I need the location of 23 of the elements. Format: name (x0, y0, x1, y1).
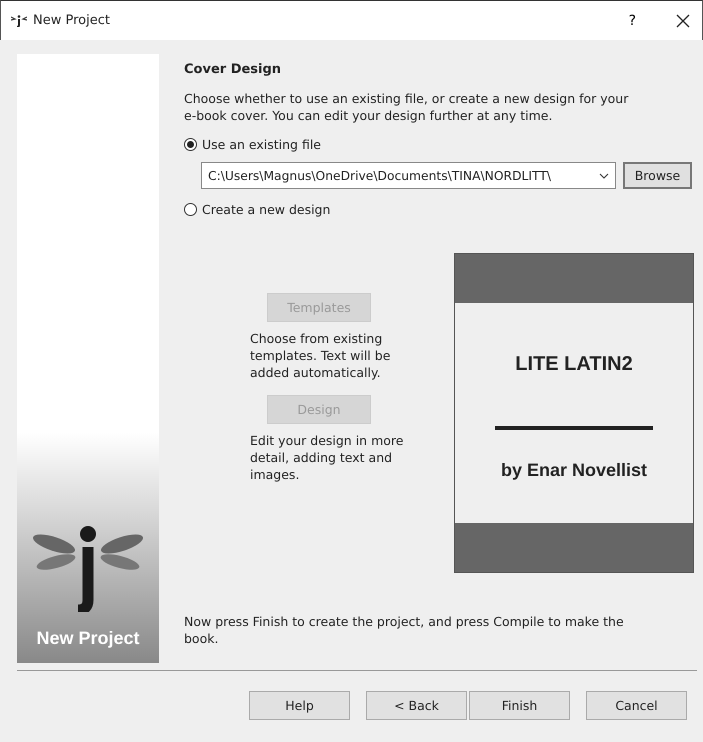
radio-button[interactable] (184, 138, 197, 151)
sidebar-caption: New Project (36, 628, 140, 649)
action-description: Edit your design in more detail, adding text and images. (250, 432, 404, 483)
close-icon[interactable] (676, 14, 690, 28)
radio-label[interactable]: Use an existing file (202, 137, 321, 152)
footer-note: Now press Finish to create the project, and press Compile to make the book. (184, 613, 625, 647)
radio-label[interactable]: Create a new design (202, 202, 330, 217)
help-button[interactable]: ? (628, 12, 636, 28)
browse-button[interactable]: Browse (623, 162, 692, 189)
dialog-button[interactable]: < Back (366, 691, 467, 720)
file-path-dropdown[interactable]: C:\Users\Magnus\OneDrive\Documents\TINA\NORDLITT\ (201, 162, 616, 189)
window-title: New Project (33, 13, 110, 28)
intro-text: Choose whether to use an existing file, or create a new design for your e-book cover. You can edit your design further at any time. (184, 90, 630, 124)
app-logo-icon (11, 14, 27, 26)
dialog-button[interactable]: Help (249, 691, 350, 720)
action-description: Choose from existing templates. Text will be added automatically. (250, 330, 392, 381)
dialog-button[interactable]: Finish (469, 691, 570, 720)
dialog-button[interactable]: Cancel (586, 691, 687, 720)
radio-button[interactable] (184, 203, 197, 216)
caret-icon (599, 172, 609, 178)
cover-author: by Enar Novellist (500, 460, 648, 481)
section-heading: Cover Design (184, 62, 282, 77)
cover-title: LITE LATIN2 (515, 353, 633, 376)
